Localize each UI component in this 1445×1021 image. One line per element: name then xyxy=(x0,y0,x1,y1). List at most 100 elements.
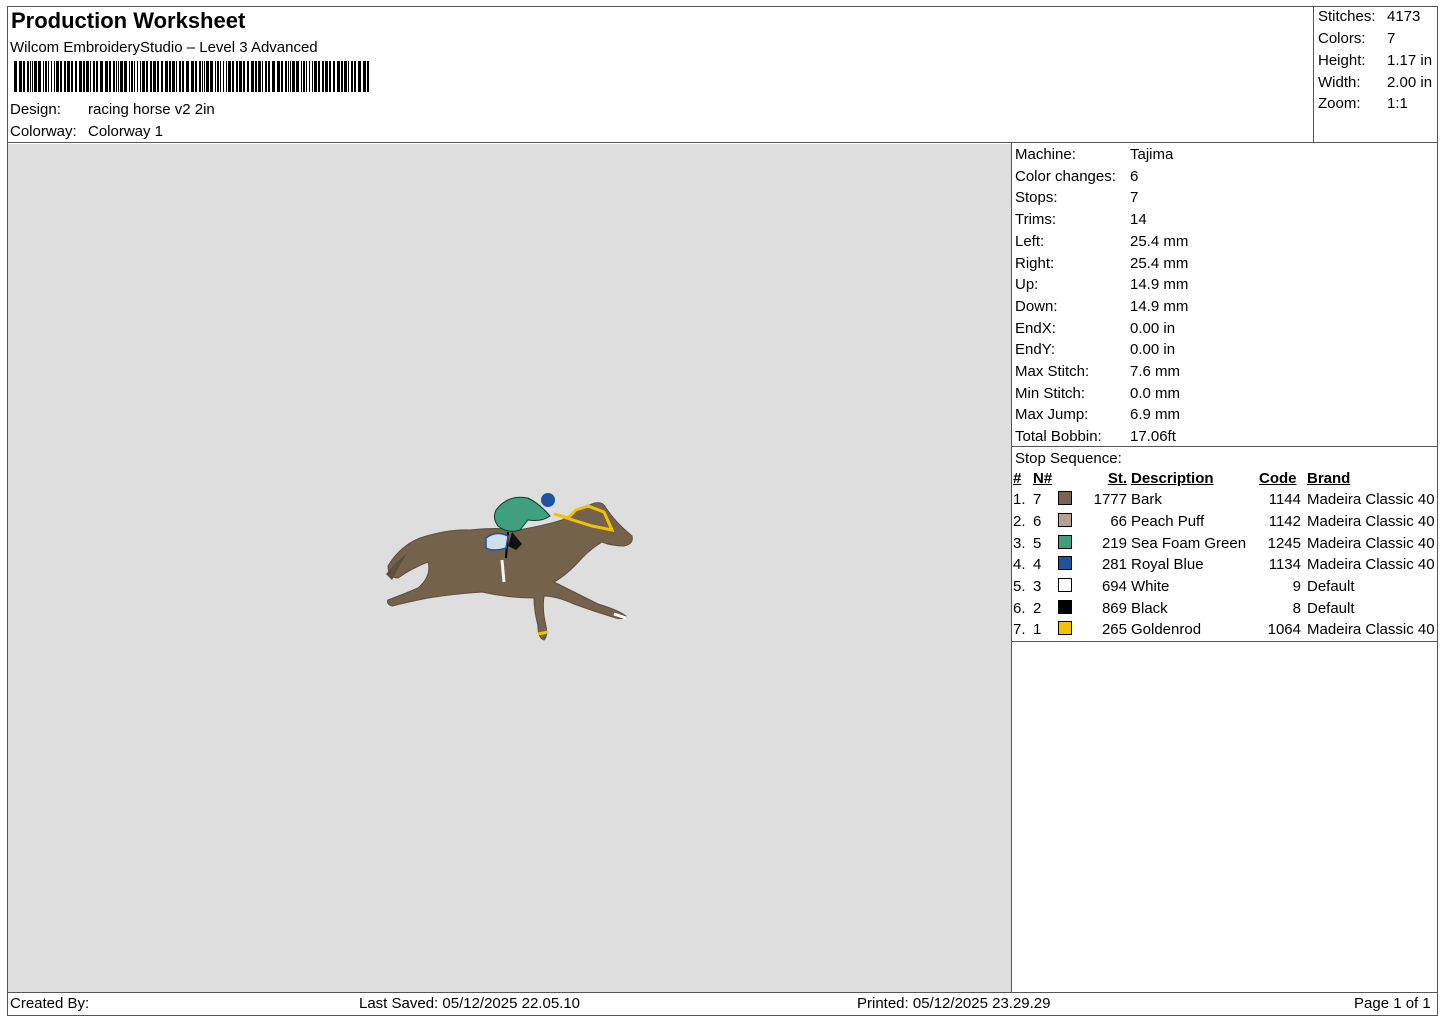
page-title: Production Worksheet xyxy=(11,8,246,33)
colors-label: Colors: xyxy=(1318,30,1366,47)
barcode-bar xyxy=(290,61,291,92)
barcode-bar xyxy=(325,61,328,92)
barcode-bar xyxy=(301,61,302,92)
barcode-bar xyxy=(134,61,135,92)
barcode-bar xyxy=(90,61,91,92)
stat-value: Tajima xyxy=(1130,146,1174,163)
racing-horse-design xyxy=(386,493,633,641)
barcode-bar xyxy=(247,61,249,92)
barcode-bar xyxy=(358,61,361,92)
barcode xyxy=(14,61,369,92)
barcode-bar xyxy=(186,61,189,92)
barcode-bar xyxy=(292,61,295,92)
barcode-bar xyxy=(179,61,181,92)
barcode-bar xyxy=(161,61,163,92)
barcode-bar xyxy=(228,61,231,92)
barcode-bar xyxy=(23,61,25,92)
barcode-bar xyxy=(56,61,59,92)
barcode-bar xyxy=(176,61,177,92)
thread-code: 1245 xyxy=(1267,534,1301,552)
thread-description: White xyxy=(1131,578,1170,596)
barcode-bar xyxy=(329,61,331,92)
stop-sequence-table: # N# St. Description Code Brand 1. 7 1777 B… xyxy=(1013,468,1441,641)
row-index: 7. xyxy=(1013,621,1026,639)
barcode-bar xyxy=(251,61,254,92)
needle-cell: 2 xyxy=(1033,597,1077,619)
stat-value: 17.06ft xyxy=(1130,428,1176,446)
needle-cell: 7 xyxy=(1033,489,1077,511)
barcode-bar xyxy=(337,61,340,92)
barcode-bar xyxy=(34,61,37,92)
thread-code: 9 xyxy=(1292,578,1301,596)
barcode-bar xyxy=(124,61,127,92)
stat-label: EndX: xyxy=(1015,319,1056,337)
barcode-bar xyxy=(146,61,148,92)
barcode-bar xyxy=(354,61,356,92)
thread-description: Bark xyxy=(1131,491,1162,509)
header-divider xyxy=(7,142,1438,143)
zoom-label: Zoom: xyxy=(1318,95,1361,112)
barcode-bar xyxy=(38,61,41,92)
barcode-bar xyxy=(285,61,287,92)
stat-label: Machine: xyxy=(1015,146,1076,163)
barcode-bar xyxy=(348,61,349,92)
barcode-bar xyxy=(79,61,82,92)
needle-number: 3 xyxy=(1033,578,1042,596)
barcode-bar xyxy=(60,61,62,92)
barcode-bar xyxy=(71,61,73,92)
color-swatch xyxy=(1058,578,1073,593)
barcode-bar xyxy=(351,61,353,92)
stat-label: EndY: xyxy=(1015,341,1056,359)
barcode-bar xyxy=(105,61,108,92)
barcode-bar xyxy=(116,61,117,92)
summary-divider xyxy=(1313,6,1314,143)
barcode-bar xyxy=(118,61,119,92)
barcode-bar xyxy=(120,61,123,92)
barcode-bar xyxy=(288,61,289,92)
thread-code: 1064 xyxy=(1267,621,1301,639)
stat-value: 7.6 mm xyxy=(1130,363,1181,380)
stitch-count: 1777 xyxy=(1093,491,1127,509)
needle-cell: 4 xyxy=(1033,554,1077,576)
stitches-label: Stitches: xyxy=(1318,8,1376,25)
zoom-value: 1:1 xyxy=(1387,95,1408,112)
barcode-bar xyxy=(239,61,242,92)
page-number: Page 1 of 1 xyxy=(1354,995,1431,1012)
stat-value: 6 xyxy=(1130,167,1139,185)
barcode-bar xyxy=(217,61,219,92)
stitch-count: 869 xyxy=(1101,599,1127,617)
stat-value: 6.9 mm xyxy=(1130,406,1181,424)
stat-value: 14 xyxy=(1130,211,1147,229)
needle-number: 1 xyxy=(1033,621,1042,639)
barcode-bar xyxy=(265,61,267,92)
barcode-bar xyxy=(236,61,238,92)
barcode-bar xyxy=(262,61,263,92)
barcode-bar xyxy=(142,61,145,92)
row-index: 4. xyxy=(1013,556,1026,574)
barcode-bar xyxy=(333,61,335,92)
barcode-bar xyxy=(367,61,369,92)
barcode-bar xyxy=(204,61,205,92)
stat-label: Trims: xyxy=(1015,211,1057,229)
thread-brand: Default xyxy=(1307,578,1355,596)
barcode-bar xyxy=(199,61,201,92)
stat-value: 14.9 mm xyxy=(1130,297,1189,315)
thread-brand: Madeira Classic 40 xyxy=(1307,534,1435,552)
sequence-divider xyxy=(1012,641,1438,642)
row-index: 2. xyxy=(1013,513,1026,531)
thread-description: Sea Foam Green xyxy=(1131,534,1247,552)
height-label: Height: xyxy=(1318,52,1366,69)
thread-code: 8 xyxy=(1292,599,1301,617)
width-value: 2.00 in xyxy=(1387,74,1433,91)
thread-code: 1142 xyxy=(1268,513,1301,531)
height-value: 1.17 in xyxy=(1387,52,1433,69)
thread-brand: Madeira Classic 40 xyxy=(1307,621,1435,639)
stat-label: Down: xyxy=(1015,297,1058,315)
barcode-bar xyxy=(83,61,85,92)
color-swatch xyxy=(1058,556,1073,571)
thread-description: Peach Puff xyxy=(1131,513,1205,531)
stat-label: Max Stitch: xyxy=(1015,363,1090,380)
barcode-bar xyxy=(363,61,366,92)
col-description-header: Description xyxy=(1131,470,1214,487)
barcode-bar xyxy=(268,61,270,92)
